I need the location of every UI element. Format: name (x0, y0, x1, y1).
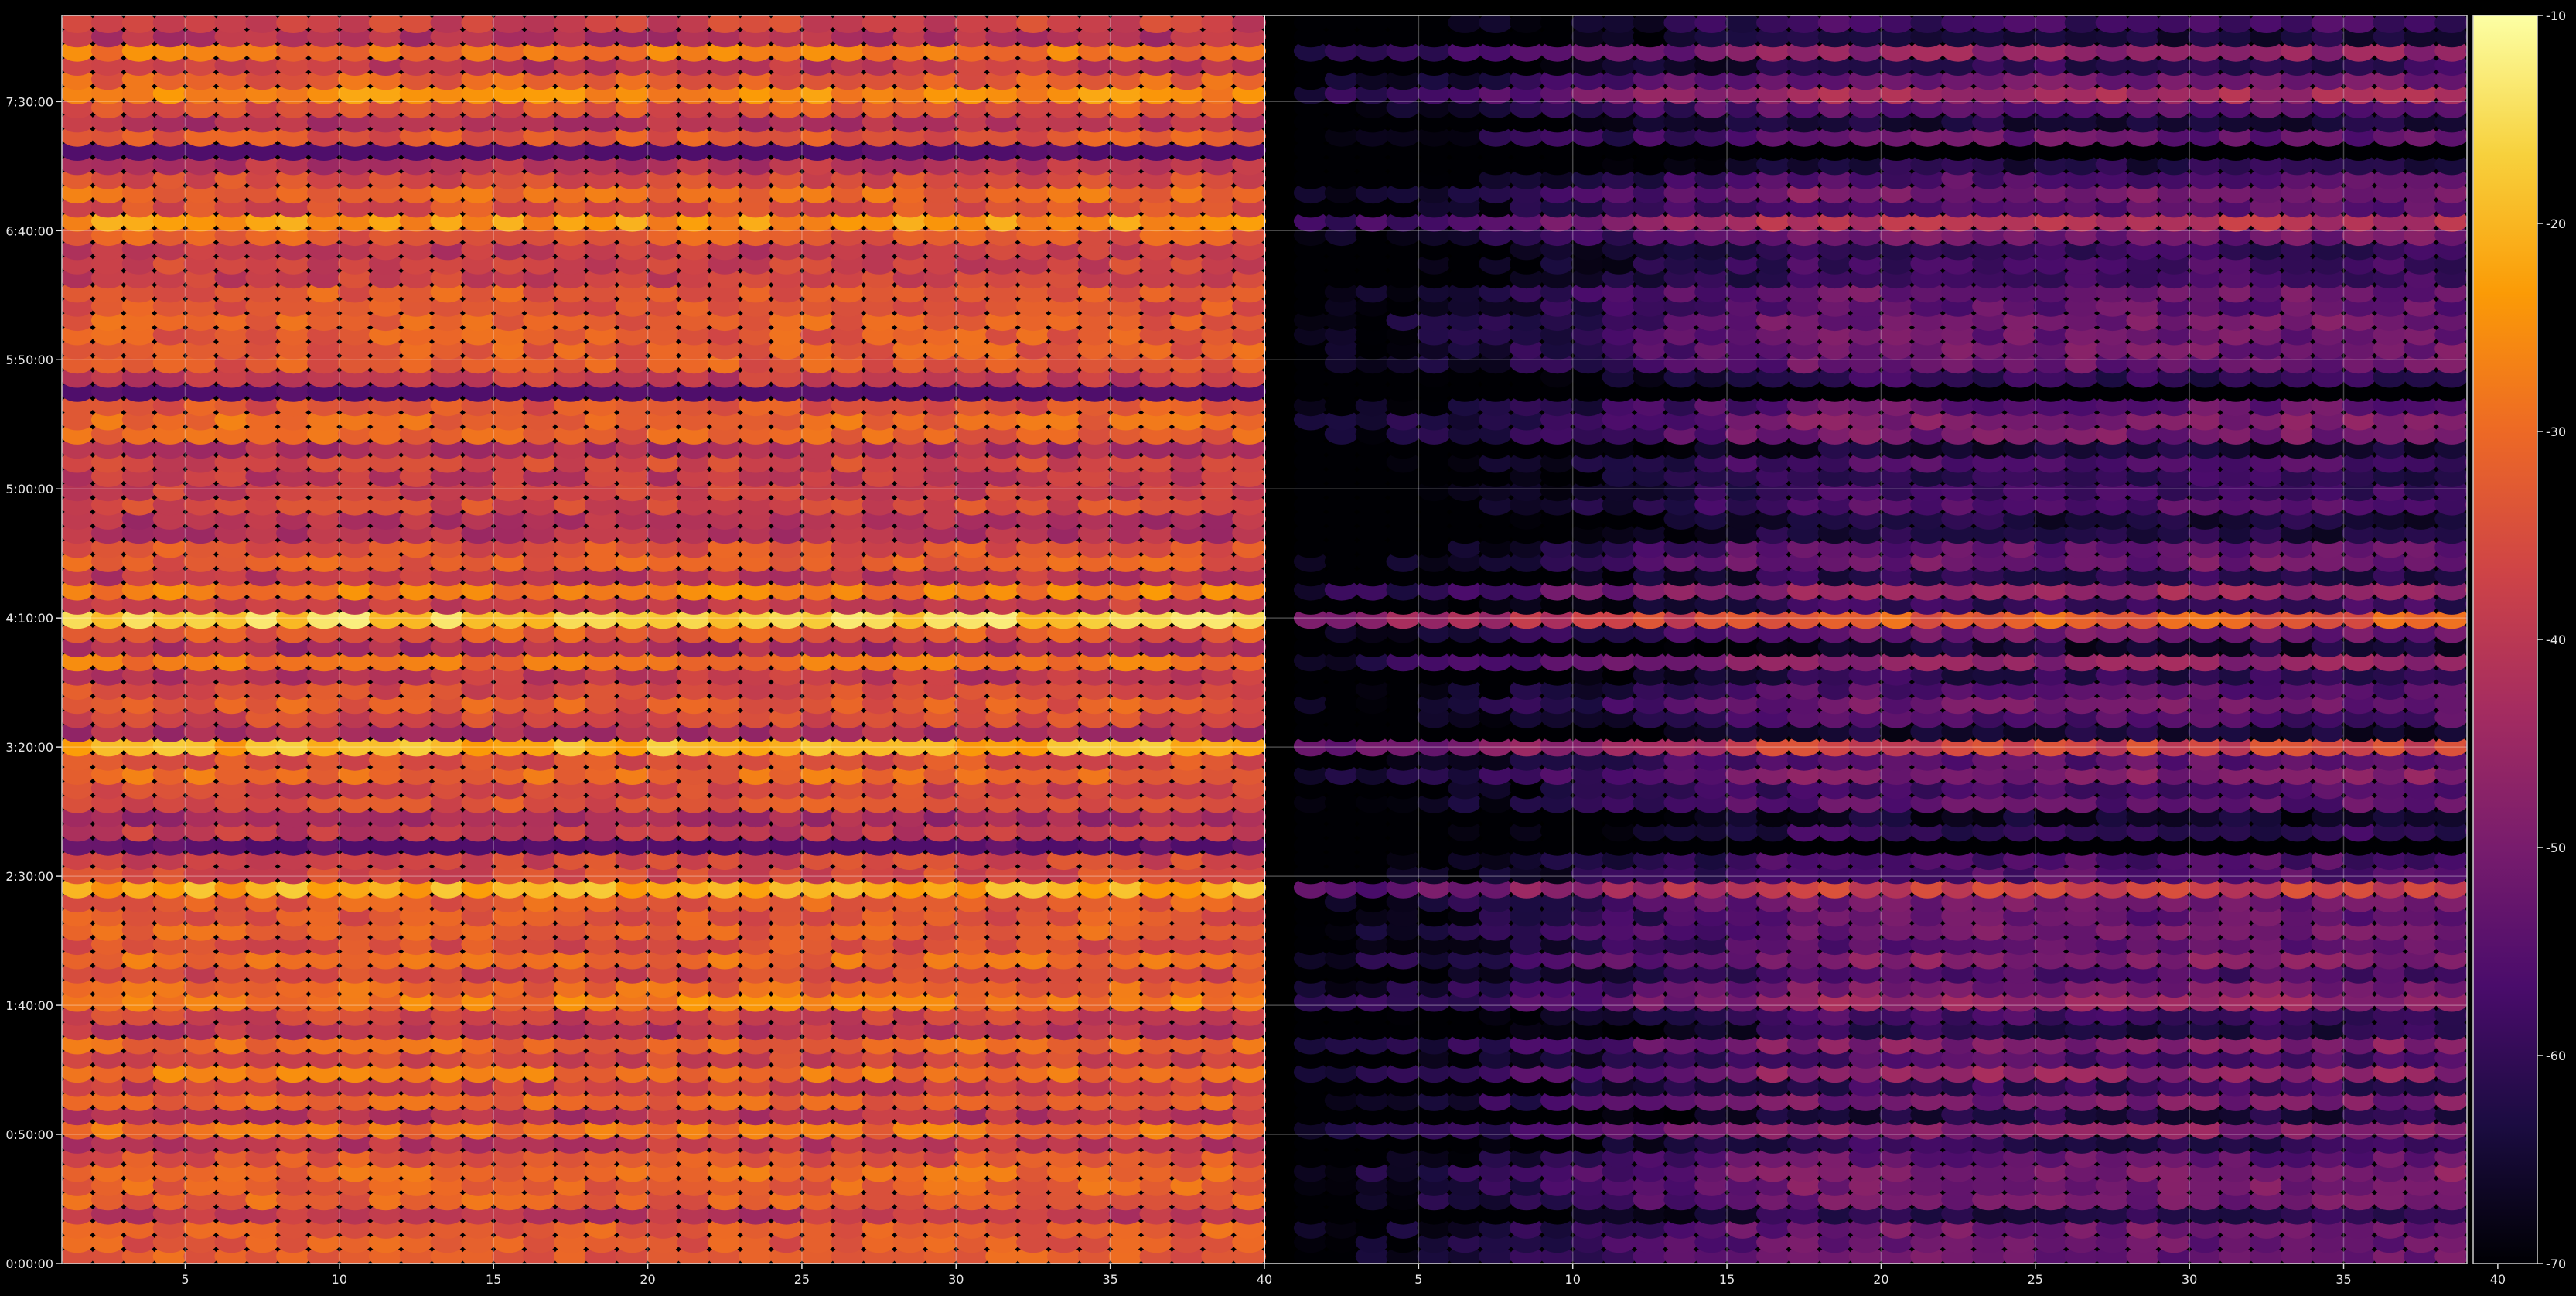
heatmap-chart: 0:00:00 0:50:00 1:40:00 2:30:00 3:20:00 4:10:… (0, 0, 2576, 1293)
chart-svg: 0:00:000:50:001:40:002:30:003:20:004:10:… (0, 0, 2576, 1293)
panel-left (62, 15, 1266, 1264)
panel-right (1293, 15, 2467, 1264)
